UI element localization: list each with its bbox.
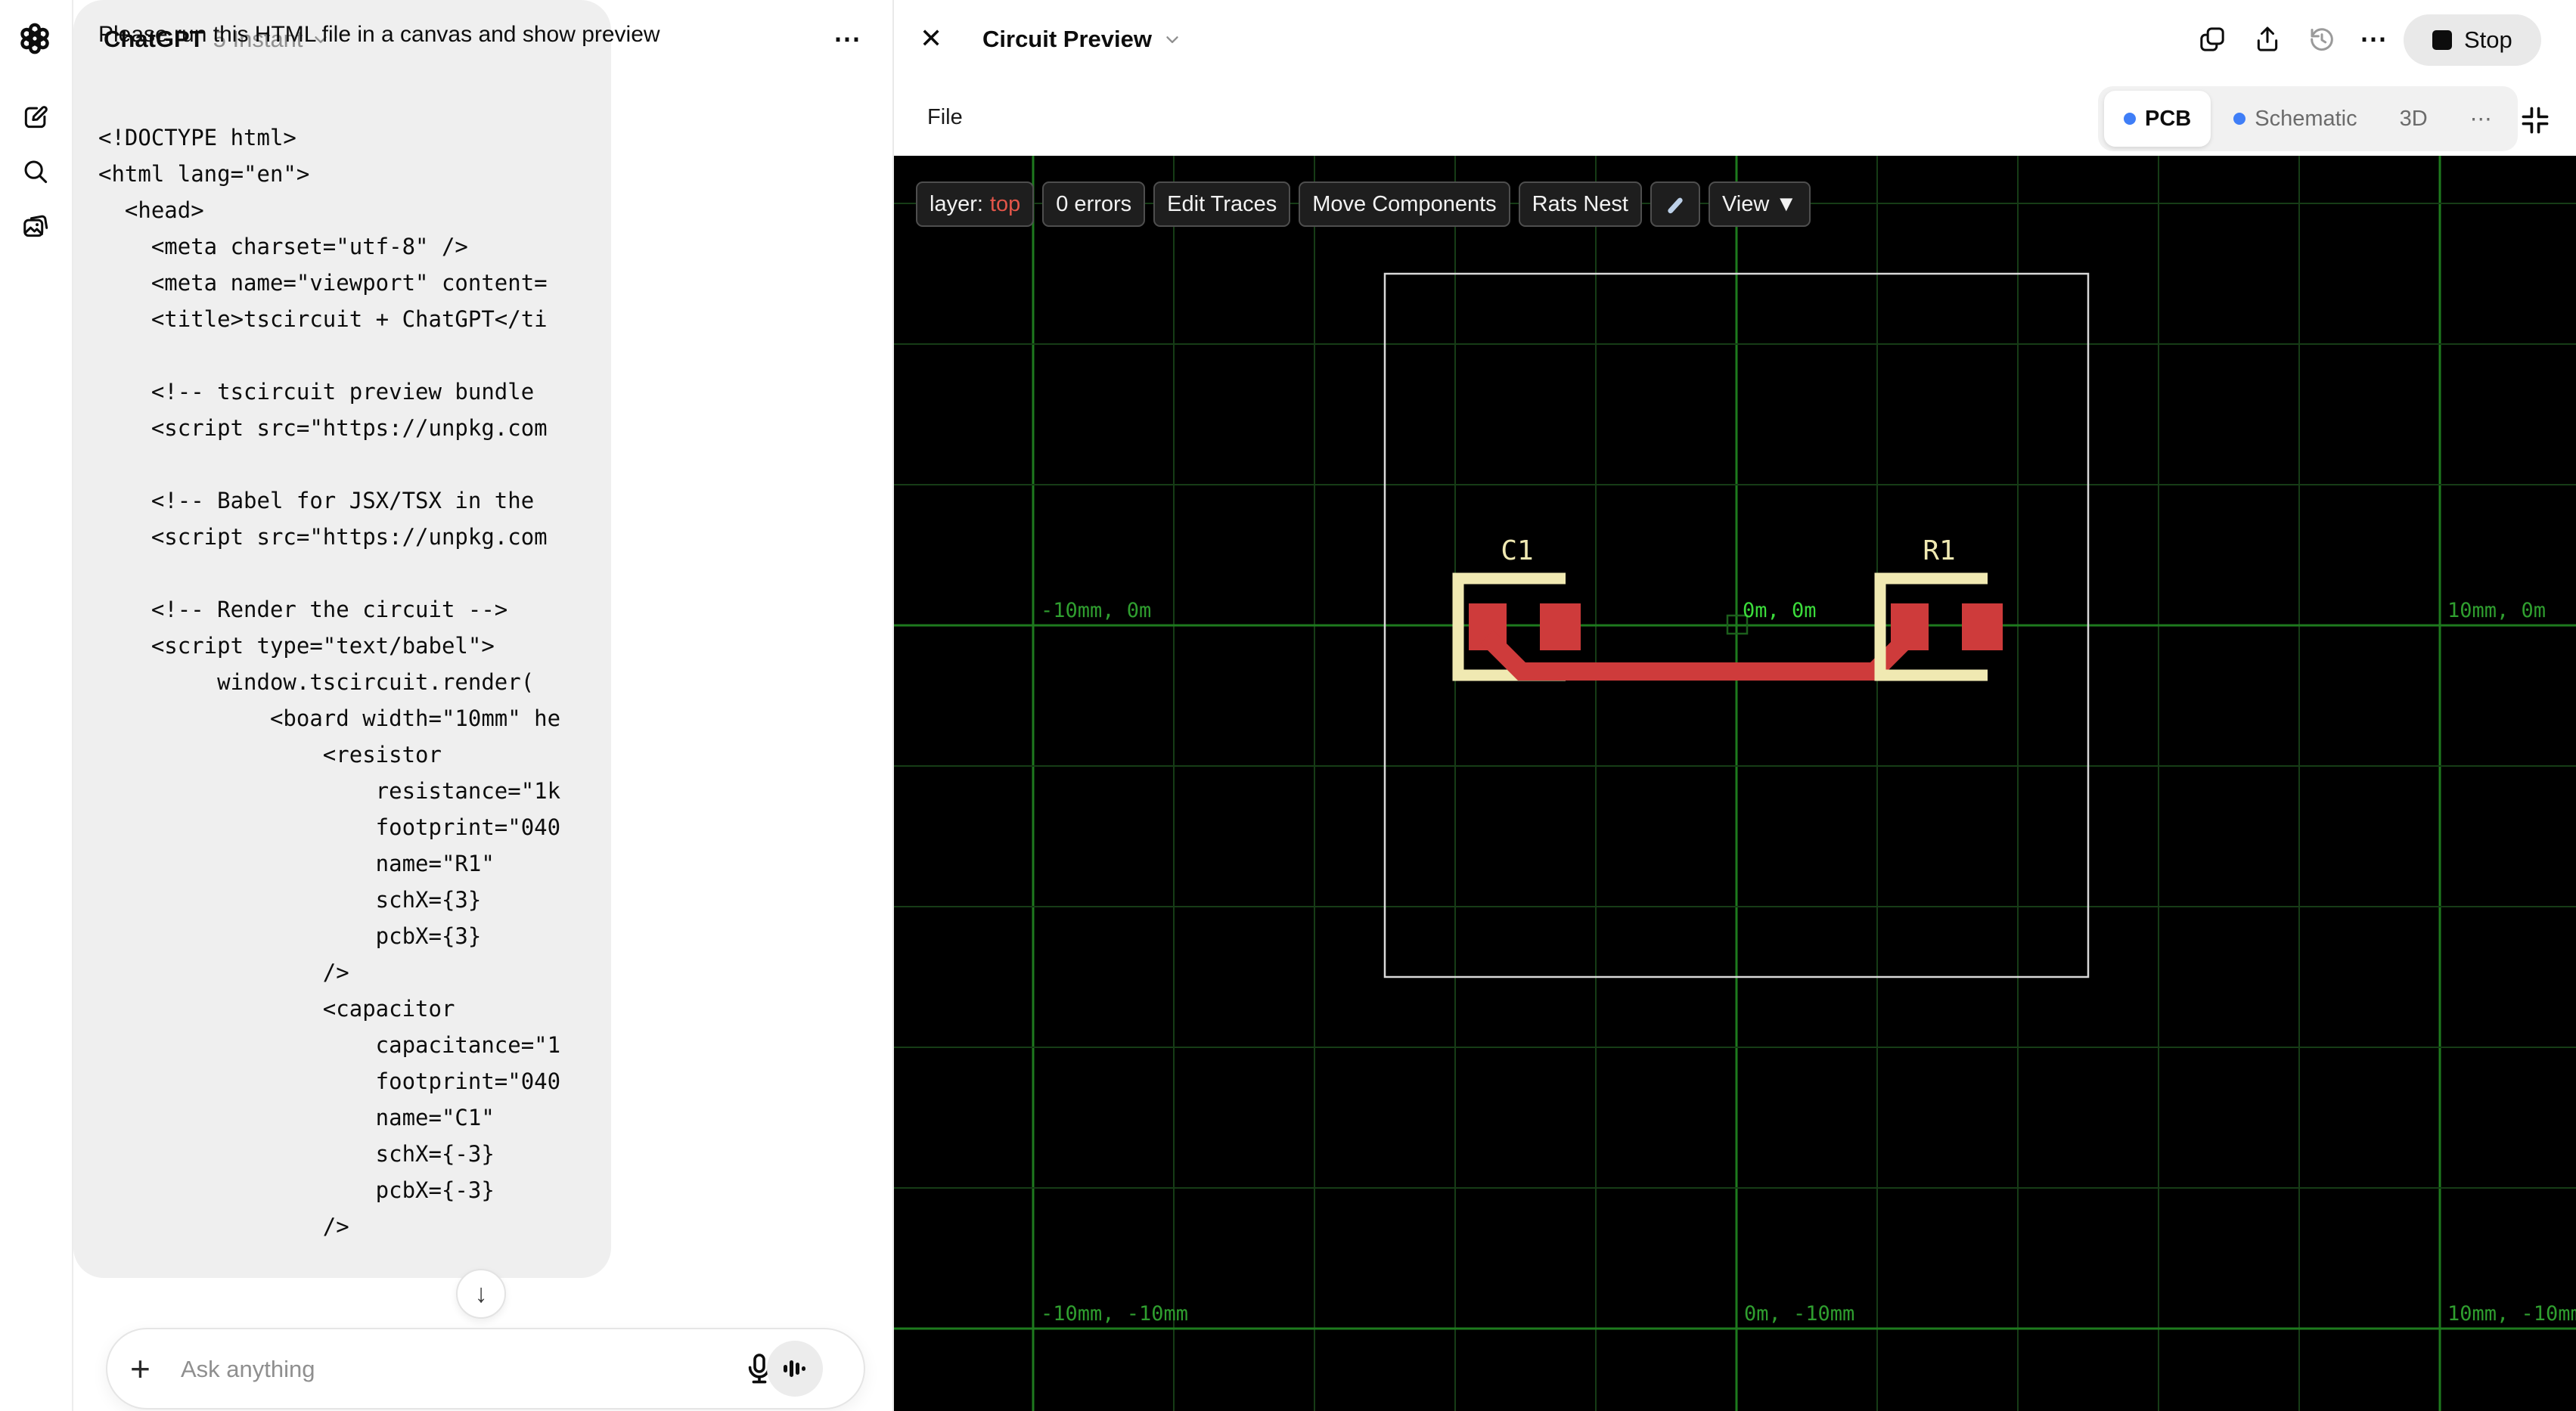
grid-label-left-bottom: -10mm, -10mm: [1041, 1302, 1188, 1326]
user-message-text: Please run this HTML file in a canvas an…: [98, 22, 660, 47]
openai-logo-icon[interactable]: [17, 21, 52, 56]
layer-value: top: [989, 191, 1021, 216]
view-switcher: PCB Schematic 3D ⋯: [2098, 86, 2518, 151]
grid-label-right-zero: 10mm, 0m: [2447, 599, 2546, 622]
pencil-icon: [1668, 197, 1683, 214]
chat-panel: ChatGPT 5 Instant ⋯ Please run this HTML…: [73, 0, 892, 1411]
tab-3d[interactable]: 3D: [2380, 91, 2447, 147]
tab-3d-label: 3D: [2399, 106, 2428, 131]
new-chat-icon[interactable]: [20, 101, 51, 133]
pcb-canvas[interactable]: C1 R1 -10mm, 0m 0m, 0m 10mm, 0m -10mm, -…: [894, 156, 2576, 1411]
canvas-menu-icon[interactable]: ⋯: [2360, 23, 2388, 54]
grid-label-right-bottom: 10mm, -10mm: [2447, 1302, 2576, 1326]
view-menu-button[interactable]: View ▼: [1708, 181, 1811, 227]
c1-label: C1: [1501, 535, 1533, 566]
r1-label: R1: [1923, 535, 1955, 566]
canvas-title: Circuit Preview: [982, 26, 1152, 52]
status-dot: [2124, 113, 2136, 125]
tab-schematic[interactable]: Schematic: [2214, 91, 2376, 147]
sidebar-rail: [0, 0, 73, 1411]
copy-icon[interactable]: [2197, 24, 2227, 54]
attach-plus-icon[interactable]: +: [130, 1329, 151, 1408]
layer-button[interactable]: layer: top: [916, 181, 1035, 227]
grid: [894, 156, 2576, 1411]
edit-traces-button[interactable]: Edit Traces: [1153, 181, 1291, 227]
tab-more[interactable]: ⋯: [2450, 91, 2512, 147]
rats-nest-button[interactable]: Rats Nest: [1518, 181, 1642, 227]
r1-pad-2: [1962, 603, 2003, 650]
component-c1[interactable]: C1: [1452, 535, 1581, 681]
grid-label-origin: 0m, 0m: [1743, 599, 1817, 622]
canvas-panel: ✕ Circuit Preview ⋯ Stop File PCB Schema…: [892, 0, 2576, 1411]
move-components-button[interactable]: Move Components: [1299, 181, 1510, 227]
share-icon[interactable]: [2252, 24, 2283, 54]
pcb-viewport[interactable]: layer: top 0 errors Edit Traces Move Com…: [894, 156, 2576, 1411]
canvas-header: ✕ Circuit Preview ⋯ Stop: [894, 0, 2576, 79]
voice-mode-button[interactable]: [767, 1341, 823, 1397]
collapse-icon[interactable]: [2519, 104, 2552, 137]
canvas-menubar: File PCB Schematic 3D ⋯: [894, 79, 2576, 156]
ellipsis-icon: ⋯: [2469, 107, 2492, 132]
r1-pad-1: [1891, 603, 1929, 650]
tab-pcb[interactable]: PCB: [2104, 91, 2211, 147]
history-icon[interactable]: [2307, 24, 2337, 54]
library-icon[interactable]: [20, 210, 51, 242]
tab-schematic-label: Schematic: [2255, 106, 2357, 131]
close-icon[interactable]: ✕: [920, 23, 942, 54]
stop-label: Stop: [2464, 26, 2512, 53]
app: ChatGPT 5 Instant ⋯ Please run this HTML…: [0, 0, 2576, 1411]
user-message-bubble: Please run this HTML file in a canvas an…: [73, 0, 660, 1278]
errors-button[interactable]: 0 errors: [1042, 181, 1146, 227]
grid-label-left-zero: -10mm, 0m: [1041, 599, 1151, 622]
chevron-down-icon: [1162, 29, 1182, 49]
user-message-code: <!DOCTYPE html> <html lang="en"> <head> …: [98, 125, 561, 1239]
status-dot: [2233, 113, 2246, 125]
canvas-title-dropdown[interactable]: Circuit Preview: [982, 0, 1182, 79]
stop-button[interactable]: Stop: [2404, 14, 2541, 66]
stop-square-icon: [2432, 30, 2452, 50]
chat-input[interactable]: [179, 1329, 651, 1409]
arrow-down-icon: ↓: [474, 1279, 488, 1308]
tab-pcb-label: PCB: [2145, 106, 2192, 131]
waveform-icon: [784, 1360, 805, 1377]
grid-label-center-bottom: 0m, -10mm: [1744, 1302, 1854, 1326]
layer-label: layer:: [930, 191, 983, 216]
pcb-toolbar: layer: top 0 errors Edit Traces Move Com…: [916, 181, 1811, 227]
c1-pad-2: [1540, 603, 1581, 650]
scroll-to-bottom-button[interactable]: ↓: [456, 1269, 506, 1319]
composer: +: [106, 1328, 865, 1409]
search-icon[interactable]: [20, 156, 51, 188]
pencil-tool-button[interactable]: [1650, 181, 1700, 227]
file-menu[interactable]: File: [927, 79, 963, 156]
